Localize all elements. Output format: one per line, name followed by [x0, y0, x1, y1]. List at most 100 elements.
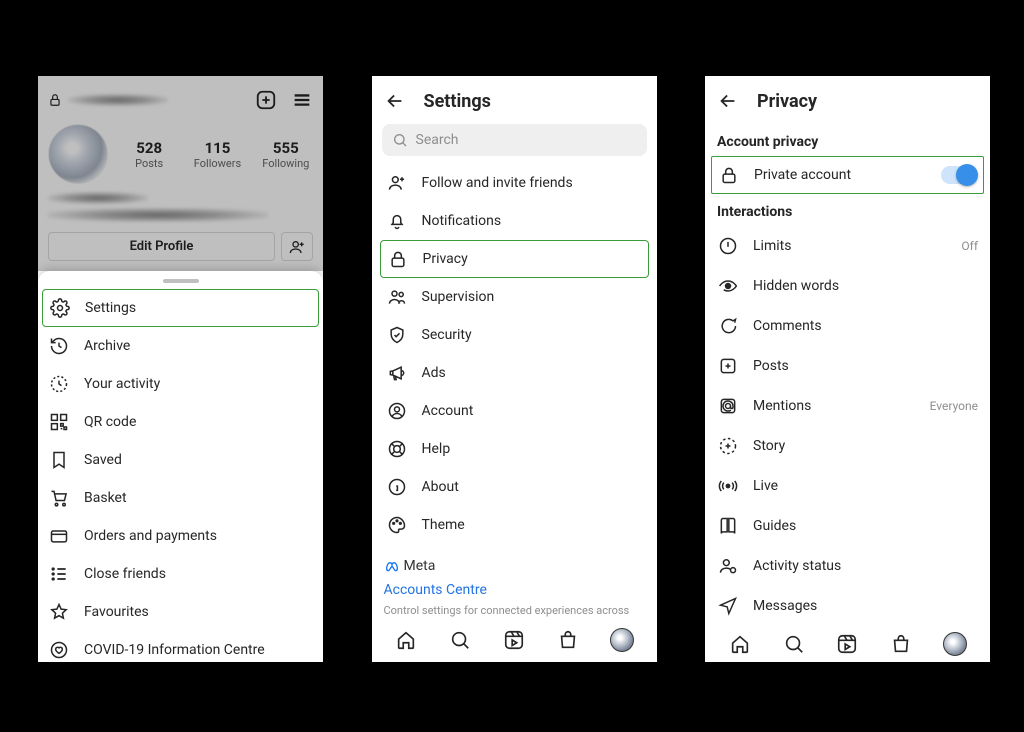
- stat-followers[interactable]: 115 Followers: [190, 139, 244, 170]
- discover-people-button[interactable]: [281, 232, 313, 261]
- row-story[interactable]: Story: [705, 426, 990, 466]
- stat-posts[interactable]: 528 Posts: [122, 139, 176, 170]
- menu-label: Settings: [85, 300, 136, 316]
- item-account[interactable]: Account: [376, 392, 653, 430]
- profile-header: [48, 86, 313, 114]
- bell-icon: [386, 211, 408, 231]
- book-icon: [717, 516, 739, 536]
- item-label: About: [422, 479, 459, 495]
- nav-profile-icon[interactable]: [610, 628, 634, 652]
- row-value: Everyone: [930, 399, 978, 413]
- send-icon: [717, 596, 739, 616]
- menu-archive[interactable]: Archive: [38, 327, 323, 365]
- search-input[interactable]: Search: [382, 124, 647, 156]
- nav-search-icon[interactable]: [782, 632, 806, 656]
- row-posts[interactable]: Posts: [705, 346, 990, 386]
- row-messages[interactable]: Messages: [705, 586, 990, 626]
- avatar[interactable]: [48, 124, 108, 184]
- nav-shop-icon[interactable]: [889, 632, 913, 656]
- menu-orders[interactable]: Orders and payments: [38, 517, 323, 555]
- row-private-account[interactable]: Private account: [711, 156, 984, 194]
- profile-stats: 528 Posts 115 Followers 555 Following: [48, 124, 313, 184]
- item-about[interactable]: About: [376, 468, 653, 506]
- add-person-icon: [386, 173, 408, 193]
- item-label: Help: [422, 441, 451, 457]
- search-icon: [392, 132, 408, 148]
- item-security[interactable]: Security: [376, 316, 653, 354]
- row-label: Activity status: [753, 558, 841, 574]
- star-icon: [48, 602, 70, 622]
- item-label: Theme: [422, 517, 465, 533]
- item-help[interactable]: Help: [376, 430, 653, 468]
- heart-circle-icon: [48, 640, 70, 660]
- menu-qr[interactable]: QR code: [38, 403, 323, 441]
- nav-shop-icon[interactable]: [556, 628, 580, 652]
- item-privacy[interactable]: Privacy: [380, 240, 649, 278]
- meta-icon: [384, 558, 400, 574]
- menu-favourites[interactable]: Favourites: [38, 593, 323, 631]
- row-guides[interactable]: Guides: [705, 506, 990, 546]
- item-label: Privacy: [423, 251, 468, 267]
- menu-label: Archive: [84, 338, 130, 354]
- row-label: Guides: [753, 518, 796, 534]
- row-limits[interactable]: Limits Off: [705, 226, 990, 266]
- row-value: Off: [961, 239, 978, 253]
- people-icon: [386, 287, 408, 307]
- menu-label: Orders and payments: [84, 528, 217, 544]
- nav-profile-icon[interactable]: [943, 632, 967, 656]
- nav-home-icon[interactable]: [394, 628, 418, 652]
- nav-search-icon[interactable]: [448, 628, 472, 652]
- at-icon: [717, 396, 739, 416]
- edit-profile-button[interactable]: Edit Profile: [48, 232, 275, 261]
- menu-label: QR code: [84, 414, 136, 430]
- item-theme[interactable]: Theme: [376, 506, 653, 544]
- item-label: Follow and invite friends: [422, 175, 573, 191]
- warning-icon: [717, 236, 739, 256]
- stat-following[interactable]: 555 Following: [259, 139, 313, 170]
- item-label: Supervision: [422, 289, 495, 305]
- item-notifications[interactable]: Notifications: [376, 202, 653, 240]
- item-ads[interactable]: Ads: [376, 354, 653, 392]
- menu-activity[interactable]: Your activity: [38, 365, 323, 403]
- privacy-header: Privacy: [705, 76, 990, 124]
- menu-settings[interactable]: Settings: [42, 289, 319, 327]
- lock-icon: [48, 93, 62, 107]
- item-label: Account: [422, 403, 474, 419]
- new-post-icon[interactable]: [255, 89, 277, 111]
- item-follow-invite[interactable]: Follow and invite friends: [376, 164, 653, 202]
- item-supervision[interactable]: Supervision: [376, 278, 653, 316]
- plus-square-icon: [717, 356, 739, 376]
- menu-close-friends[interactable]: Close friends: [38, 555, 323, 593]
- menu-saved[interactable]: Saved: [38, 441, 323, 479]
- back-icon[interactable]: [717, 90, 739, 112]
- story-icon: [717, 436, 739, 456]
- accounts-centre-link[interactable]: Accounts Centre: [372, 578, 657, 600]
- menu-label: Close friends: [84, 566, 166, 582]
- menu-basket[interactable]: Basket: [38, 479, 323, 517]
- bottom-nav: [705, 626, 990, 662]
- section-account-privacy: Account privacy: [705, 124, 990, 156]
- menu-covid[interactable]: COVID-19 Information Centre: [38, 631, 323, 662]
- nav-reels-icon[interactable]: [835, 632, 859, 656]
- row-activity-status[interactable]: Activity status: [705, 546, 990, 586]
- row-hidden-words[interactable]: Hidden words: [705, 266, 990, 306]
- card-icon: [48, 526, 70, 546]
- row-label: Live: [753, 478, 778, 494]
- row-live[interactable]: Live: [705, 466, 990, 506]
- menu-label: Basket: [84, 490, 127, 506]
- list-icon: [48, 564, 70, 584]
- username-area[interactable]: [48, 93, 168, 107]
- row-label: Private account: [754, 167, 851, 183]
- nav-reels-icon[interactable]: [502, 628, 526, 652]
- row-label: Story: [753, 438, 785, 454]
- profile-top: 528 Posts 115 Followers 555 Following Ed…: [38, 76, 323, 271]
- back-icon[interactable]: [384, 90, 406, 112]
- shield-icon: [386, 325, 408, 345]
- sheet-handle[interactable]: [163, 279, 199, 283]
- private-toggle[interactable]: [941, 166, 977, 184]
- row-comments[interactable]: Comments: [705, 306, 990, 346]
- row-mentions[interactable]: Mentions Everyone: [705, 386, 990, 426]
- nav-home-icon[interactable]: [728, 632, 752, 656]
- hamburger-icon[interactable]: [291, 89, 313, 111]
- cart-icon: [48, 488, 70, 508]
